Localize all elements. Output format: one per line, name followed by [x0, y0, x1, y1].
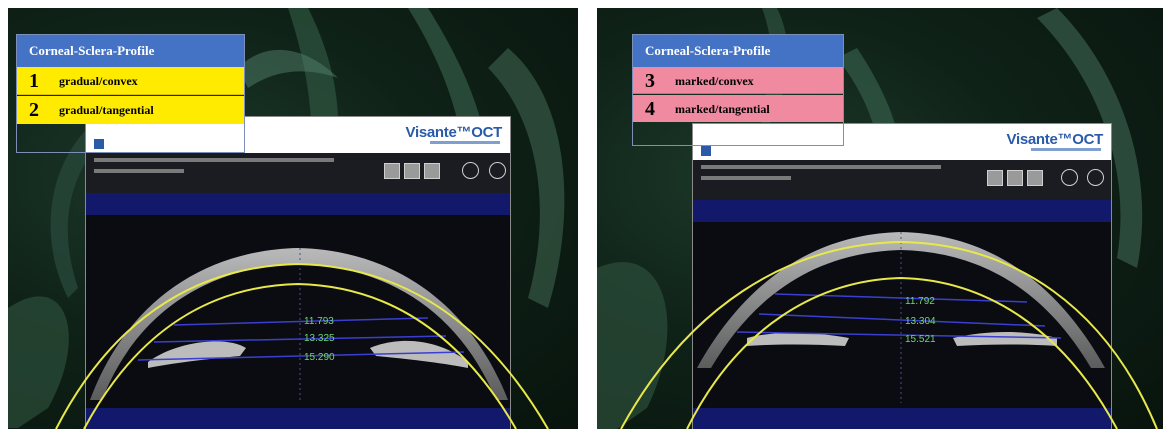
profile-row-3: 3 marked/convex	[633, 67, 843, 94]
measurement-2: 13.325	[304, 333, 335, 344]
oct-image-panel-right: Visante™OCT 11.792 13.304 15.521 Corneal…	[597, 8, 1163, 429]
measurement-1: 11.792	[905, 296, 935, 307]
measurement-1: 11.793	[304, 316, 334, 327]
profile-row-label: marked/convex	[675, 74, 754, 88]
measure-line-1	[173, 317, 429, 326]
profile-row-2: 2 gradual/tangential	[17, 96, 244, 124]
measurement-2: 13.304	[905, 316, 936, 327]
measurement-3: 15.521	[905, 334, 936, 345]
profile-row-4: 4 marked/tangential	[633, 95, 843, 122]
measurement-3: 15.290	[304, 352, 335, 363]
profile-row-number: 3	[645, 70, 655, 92]
profile-row-number: 1	[29, 70, 39, 92]
profile-row-label: gradual/tangential	[59, 103, 154, 117]
profile-row-label: marked/tangential	[675, 102, 770, 116]
iris-right	[953, 332, 1057, 346]
cornea-scan	[90, 248, 508, 400]
oct-image-panel-left: Visante™OCT 11.793 13.325 15.290 Corneal…	[8, 8, 578, 429]
profile-row-label: gradual/convex	[59, 74, 138, 88]
profile-label-box-right: Corneal-Sclera-Profile 3 marked/convex 4…	[632, 34, 844, 146]
profile-row-number: 2	[29, 99, 39, 121]
profile-title: Corneal-Sclera-Profile	[633, 35, 843, 67]
profile-label-box-left: Corneal-Sclera-Profile 1 gradual/convex …	[16, 34, 245, 153]
profile-row-1: 1 gradual/convex	[17, 67, 244, 95]
profile-row-number: 4	[645, 98, 655, 120]
measure-line-2	[758, 313, 1046, 327]
iris-left	[148, 341, 246, 368]
iris-left	[747, 332, 849, 346]
profile-title: Corneal-Sclera-Profile	[17, 35, 244, 67]
